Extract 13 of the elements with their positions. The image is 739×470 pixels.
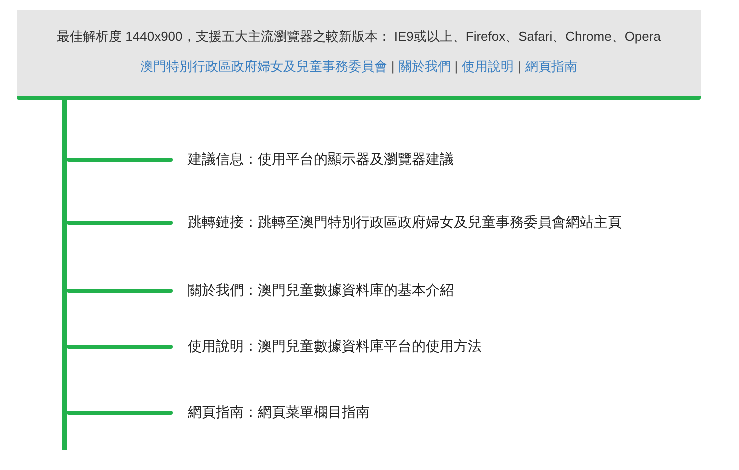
footer-link[interactable]: 網頁指南 <box>526 59 578 74</box>
footer-link[interactable]: 關於我們 <box>398 59 451 74</box>
browser-notice: 最佳解析度 1440x900，支援五大主流瀏覽器之較新版本： IE9或以上、Firefox、Safari、Chrome、Opera <box>56 28 662 46</box>
guide-item: 跳轉鏈接：跳轉至澳門特別行政區政府婦女及兒童事務委員會網站主頁 <box>188 214 622 232</box>
footer-link[interactable]: 使用說明 <box>462 59 514 74</box>
link-separator: | <box>391 59 395 74</box>
link-separator: | <box>454 59 458 74</box>
guide-item: 網頁指南：網頁菜單欄目指南 <box>188 404 370 422</box>
guide-item: 關於我們：澳門兒童數據資料庫的基本介紹 <box>188 282 454 300</box>
guide-item: 使用說明：澳門兒童數據資料庫平台的使用方法 <box>188 338 482 356</box>
guide-item: 建議信息：使用平台的顯示器及瀏覽器建議 <box>188 151 454 169</box>
link-separator: | <box>518 59 522 74</box>
footer-link[interactable]: 澳門特別行政區政府婦女及兒童事務委員會 <box>140 59 388 74</box>
